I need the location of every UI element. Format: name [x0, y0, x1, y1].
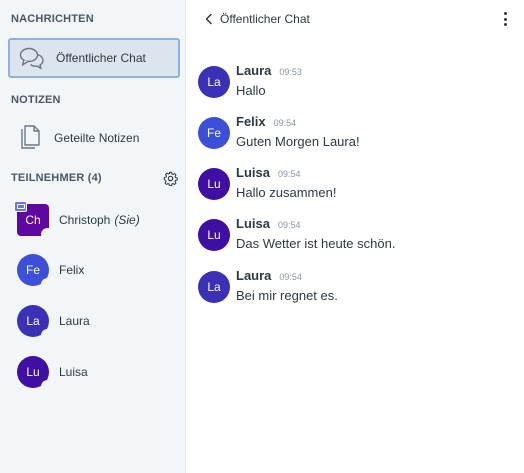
shared-notes-button[interactable]: Geteilte Notizen: [8, 118, 180, 158]
chat-message: La Laura 09:53 Hallo: [198, 63, 508, 105]
participant-name: Laura: [59, 314, 90, 328]
participant-laura[interactable]: La Laura: [17, 305, 90, 342]
public-chat-button[interactable]: Öffentlicher Chat: [8, 38, 180, 78]
avatar: Lu: [198, 168, 230, 200]
avatar: La: [17, 305, 54, 342]
participant-name: Luisa: [59, 365, 88, 379]
participants-section-label: TEILNEHMER (4): [11, 172, 102, 184]
message-sender: Laura: [236, 268, 272, 283]
participant-luisa[interactable]: Lu Luisa: [17, 356, 88, 393]
avatar: La: [198, 66, 230, 98]
message-sender: Luisa: [236, 216, 270, 231]
message-time: 09:53: [279, 67, 302, 77]
message-text: Das Wetter ist heute schön.: [236, 236, 396, 251]
participant-christoph[interactable]: Ch Christoph (Sie): [14, 201, 140, 241]
avatar: Fe: [17, 254, 54, 291]
message-text: Hallo zusammen!: [236, 185, 337, 200]
avatar: Fe: [198, 117, 230, 149]
message-time: 09:54: [277, 169, 301, 179]
avatar: Lu: [17, 356, 54, 393]
message-time: 09:54: [277, 220, 301, 230]
participant-name: Felix: [59, 263, 85, 277]
presenter-icon: [14, 201, 27, 212]
message-sender: Luisa: [236, 165, 270, 180]
public-chat-label: Öffentlicher Chat: [56, 51, 146, 65]
chat-title: Öffentlicher Chat: [220, 12, 310, 26]
chat-panel: Öffentlicher Chat La Laura 09:53 Hallo F…: [186, 0, 524, 473]
chat-message: Lu Luisa 09:54 Das Wetter ist heute schö…: [198, 216, 508, 258]
notes-icon: [14, 122, 46, 154]
chat-message: Lu Luisa 09:54 Hallo zusammen!: [198, 165, 508, 207]
participant-felix[interactable]: Fe Felix: [17, 254, 85, 291]
chat-message: Fe Felix 09:54 Guten Morgen Laura!: [198, 114, 508, 156]
chat-back-button[interactable]: Öffentlicher Chat: [202, 10, 310, 28]
message-text: Bei mir regnet es.: [236, 288, 338, 303]
avatar: La: [198, 271, 230, 303]
message-time: 09:54: [279, 272, 302, 282]
sidebar: NACHRICHTEN Öffentlicher Chat NOTIZEN Ge…: [0, 0, 186, 473]
messages-section-label: NACHRICHTEN: [11, 13, 94, 25]
chevron-left-icon: [202, 12, 216, 26]
kebab-menu-icon[interactable]: [500, 10, 510, 28]
message-text: Hallo: [236, 83, 266, 98]
participant-self-tag: (Sie): [114, 213, 140, 227]
message-text: Guten Morgen Laura!: [236, 134, 360, 149]
chat-message: La Laura 09:54 Bei mir regnet es.: [198, 268, 508, 310]
participant-name: Christoph: [59, 213, 111, 227]
message-time: 09:54: [273, 118, 297, 128]
notes-section-label: NOTIZEN: [11, 94, 61, 106]
message-sender: Felix: [236, 114, 266, 129]
chat-bubbles-icon: [16, 42, 48, 74]
message-sender: Laura: [236, 63, 272, 78]
gear-icon[interactable]: [162, 170, 178, 186]
avatar: Lu: [198, 219, 230, 251]
shared-notes-label: Geteilte Notizen: [54, 131, 140, 145]
